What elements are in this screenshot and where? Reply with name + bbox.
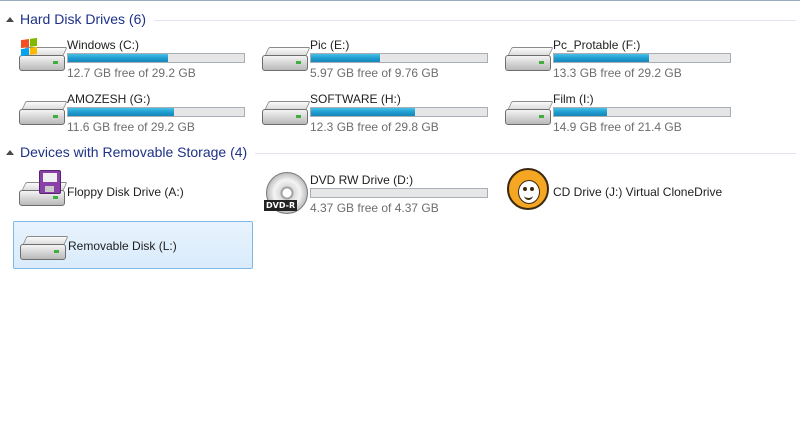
device-name: Floppy Disk Drive (A:) bbox=[67, 185, 184, 199]
drive-name: AMOZESH (G:) bbox=[67, 92, 151, 106]
free-space-text: 13.3 GB free of 29.2 GB bbox=[553, 66, 682, 80]
free-space-text: 5.97 GB free of 9.76 GB bbox=[310, 66, 439, 80]
group-header-removable-storage[interactable]: Devices with Removable Storage (4) bbox=[6, 142, 796, 162]
capacity-bar bbox=[310, 53, 488, 63]
free-space-text: 11.6 GB free of 29.2 GB bbox=[67, 120, 195, 134]
device-name: CD Drive (J:) Virtual CloneDrive bbox=[553, 185, 723, 199]
top-border bbox=[0, 0, 800, 1]
device-item-floppy[interactable]: Floppy Disk Drive (A:) bbox=[13, 168, 251, 214]
dvd-drive-icon: DVD-R bbox=[260, 172, 310, 214]
capacity-bar bbox=[553, 53, 731, 63]
drive-name: Pc_Protable (F:) bbox=[553, 38, 641, 52]
capacity-bar bbox=[310, 188, 488, 198]
drive-item-f[interactable]: Pc_Protable (F:) 13.3 GB free of 29.2 GB bbox=[499, 33, 737, 80]
free-space-text: 12.3 GB free of 29.8 GB bbox=[310, 120, 439, 134]
group-title: Devices with Removable Storage (4) bbox=[20, 144, 248, 160]
capacity-bar bbox=[310, 107, 488, 117]
hard-drive-icon bbox=[260, 95, 311, 133]
drive-name: SOFTWARE (H:) bbox=[310, 92, 401, 106]
group-title: Hard Disk Drives (6) bbox=[20, 11, 147, 27]
capacity-bar bbox=[67, 107, 245, 117]
hard-drive-icon bbox=[503, 41, 554, 79]
drive-name: Film (I:) bbox=[553, 92, 594, 106]
device-item-removable-disk[interactable]: Removable Disk (L:) bbox=[13, 221, 253, 269]
group-header-hard-disk-drives[interactable]: Hard Disk Drives (6) bbox=[6, 9, 796, 29]
floppy-drive-icon bbox=[17, 170, 68, 214]
drive-item-h[interactable]: SOFTWARE (H:) 12.3 GB free of 29.8 GB bbox=[256, 87, 494, 134]
drive-item-c[interactable]: Windows (C:) 12.7 GB free of 29.2 GB bbox=[13, 33, 251, 80]
free-space-text: 14.9 GB free of 21.4 GB bbox=[553, 120, 682, 134]
device-name: Removable Disk (L:) bbox=[68, 239, 177, 253]
drive-item-g[interactable]: AMOZESH (G:) 11.6 GB free of 29.2 GB bbox=[13, 87, 251, 134]
free-space-text: 4.37 GB free of 4.37 GB bbox=[310, 201, 439, 215]
collapse-arrow-icon[interactable] bbox=[6, 150, 14, 155]
removable-disk-icon bbox=[18, 230, 69, 268]
drive-name: Pic (E:) bbox=[310, 38, 350, 52]
capacity-bar bbox=[67, 53, 245, 63]
drive-item-e[interactable]: Pic (E:) 5.97 GB free of 9.76 GB bbox=[256, 33, 494, 80]
windows-hard-drive-icon bbox=[17, 37, 68, 79]
device-item-dvd[interactable]: DVD-R DVD RW Drive (D:) 4.37 GB free of … bbox=[256, 168, 494, 215]
capacity-bar bbox=[553, 107, 731, 117]
collapse-arrow-icon[interactable] bbox=[6, 17, 14, 22]
hard-drive-icon bbox=[260, 41, 311, 79]
drive-name: Windows (C:) bbox=[67, 38, 140, 52]
device-name: DVD RW Drive (D:) bbox=[310, 173, 414, 187]
clonedrive-sheep-icon bbox=[503, 168, 553, 214]
device-item-clonedrive[interactable]: CD Drive (J:) Virtual CloneDrive bbox=[499, 168, 737, 214]
drive-item-i[interactable]: Film (I:) 14.9 GB free of 21.4 GB bbox=[499, 87, 737, 134]
group-divider bbox=[255, 152, 796, 154]
hard-drive-icon bbox=[503, 95, 554, 133]
free-space-text: 12.7 GB free of 29.2 GB bbox=[67, 66, 196, 80]
group-divider bbox=[154, 19, 796, 21]
hard-drive-icon bbox=[17, 95, 68, 133]
